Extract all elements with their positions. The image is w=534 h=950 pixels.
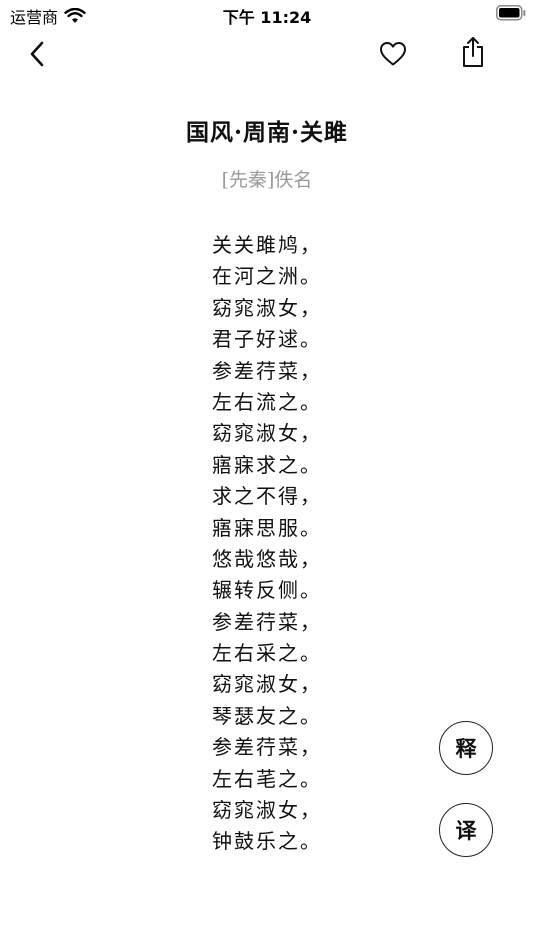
- heart-icon: [380, 42, 406, 66]
- navigation-bar: [0, 30, 534, 80]
- annotation-label: 释: [455, 736, 477, 761]
- translation-button[interactable]: 译: [439, 803, 493, 857]
- poem-author: [先秦]佚名: [221, 169, 313, 191]
- status-bar: 运营商 下午 11:24: [0, 0, 534, 30]
- poem-line: 窈窕淑女，: [212, 295, 322, 320]
- translation-label: 译: [455, 818, 477, 843]
- poem-line: 窈窕淑女，: [212, 672, 322, 697]
- poem-line: 在河之洲。: [212, 264, 322, 289]
- poem-line: 求之不得，: [212, 484, 322, 509]
- poem-line: 君子好逑。: [212, 327, 322, 352]
- poem-line: 左右采之。: [212, 641, 322, 666]
- poem-line: 悠哉悠哉，: [212, 546, 322, 571]
- share-icon: [463, 37, 483, 67]
- poem-line: 参差荇菜，: [212, 358, 322, 383]
- back-button[interactable]: [15, 32, 59, 76]
- poem-line: 辗转反侧。: [212, 578, 322, 603]
- poem-line: 参差荇菜，: [212, 609, 322, 634]
- poem-line: 左右流之。: [212, 389, 322, 414]
- share-button[interactable]: [451, 30, 495, 74]
- favorite-button[interactable]: [371, 32, 415, 76]
- status-time: 下午 11:24: [222, 8, 312, 27]
- poem-line: 寤寐思服。: [212, 515, 322, 540]
- poem-title: 国风·周南·关雎: [185, 119, 348, 146]
- battery-icon: [496, 5, 526, 21]
- poem-line: 窈窕淑女，: [212, 421, 322, 446]
- poem-line: 寤寐求之。: [212, 452, 322, 477]
- chevron-left-icon: [30, 41, 44, 67]
- annotation-button[interactable]: 释: [439, 721, 493, 775]
- poem-line: 关关雎鸠，: [212, 233, 322, 257]
